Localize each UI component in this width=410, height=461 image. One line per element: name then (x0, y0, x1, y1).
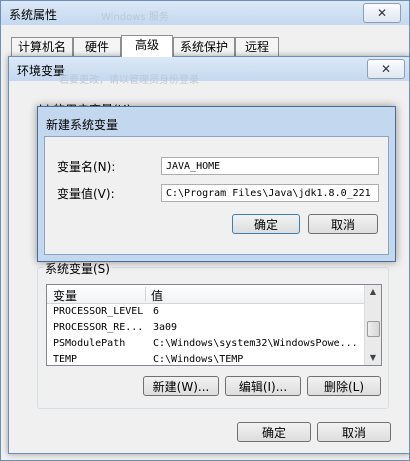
variable-name-cell: PROCESSOR_LEVEL (53, 306, 144, 317)
delete-variable-button[interactable]: 删除(L) (307, 376, 381, 396)
variable-name-input[interactable]: JAVA_HOME (161, 157, 379, 175)
table-row[interactable]: PROCESSOR_RE... 3a09 (47, 322, 365, 337)
scroll-down-icon[interactable]: ▼ (365, 351, 381, 365)
variable-name-label: 变量名(N): (57, 160, 116, 174)
new-system-variable-title: 新建系统变量 (46, 118, 119, 132)
tab-computer-name[interactable]: 计算机名 (11, 37, 73, 56)
column-divider (145, 287, 146, 301)
dialog-client-area: 变量名(N): JAVA_HOME 变量值(V): C:\Program Fil… (44, 136, 389, 255)
edit-variable-button[interactable]: 编辑(I)... (225, 376, 301, 396)
variable-value-cell: 6 (153, 306, 160, 317)
variable-name-cell: TEMP (53, 354, 78, 365)
variable-value-cell: C:\Windows\TEMP (153, 354, 244, 365)
new-variable-button[interactable]: 新建(W)... (143, 376, 219, 396)
tab-remote[interactable]: 远程 (235, 37, 279, 56)
blurred-info-text: 若要更改，请以管理员身份登录 (59, 75, 199, 86)
blurred-title-text: Windows 服务 (101, 12, 169, 23)
system-properties-titlebar[interactable]: 系统属性 Windows 服务 ✕ (1, 1, 409, 25)
variable-value-label: 变量值(V): (57, 187, 115, 201)
variable-name-cell: PROCESSOR_RE... (53, 322, 144, 333)
system-variables-list[interactable]: 变量 值 PROCESSOR_LEVEL 6 PROCESSOR_RE... 3… (46, 284, 382, 366)
column-header-value[interactable]: 值 (151, 287, 163, 304)
variable-value-cell: C:\Windows\system32\WindowsPowe... (153, 338, 358, 349)
tab-system-protection[interactable]: 系统保护 (173, 37, 235, 56)
list-scrollbar[interactable]: ▲ ▼ (364, 285, 381, 365)
environment-variables-title: 环境变量 (17, 64, 66, 78)
env-cancel-button[interactable]: 取消 (317, 422, 391, 442)
new-system-variable-dialog: 新建系统变量 变量名(N): JAVA_HOME 变量值(V): C:\Prog… (37, 106, 396, 262)
tab-hardware[interactable]: 硬件 (73, 37, 121, 56)
close-icon: ✕ (376, 6, 388, 20)
variable-value-cell: 3a09 (153, 322, 178, 333)
table-row[interactable]: PSModulePath C:\Windows\system32\Windows… (47, 338, 365, 353)
table-row[interactable]: TEMP C:\Windows\TEMP (47, 354, 365, 365)
tab-advanced[interactable]: 高级 (121, 35, 173, 57)
variable-value-input[interactable]: C:\Program Files\Java\jdk1.8.0_221 (161, 184, 379, 202)
table-row[interactable]: PROCESSOR_LEVEL 6 (47, 306, 365, 321)
system-variables-heading: 系统变量(S) (43, 260, 112, 277)
close-icon: ✕ (380, 62, 392, 76)
env-ok-button[interactable]: 确定 (237, 422, 311, 442)
dialog-ok-button[interactable]: 确定 (232, 214, 300, 234)
scroll-up-icon[interactable]: ▲ (365, 285, 381, 299)
system-properties-close-button[interactable]: ✕ (363, 3, 401, 23)
environment-variables-close-button[interactable]: ✕ (367, 59, 405, 79)
dialog-cancel-button[interactable]: 取消 (308, 214, 378, 234)
variable-name-cell: PSModulePath (53, 338, 126, 349)
list-header: 变量 值 (47, 285, 365, 304)
scroll-thumb[interactable] (367, 321, 380, 337)
column-header-variable[interactable]: 变量 (53, 287, 77, 304)
system-properties-title: 系统属性 (9, 8, 58, 22)
